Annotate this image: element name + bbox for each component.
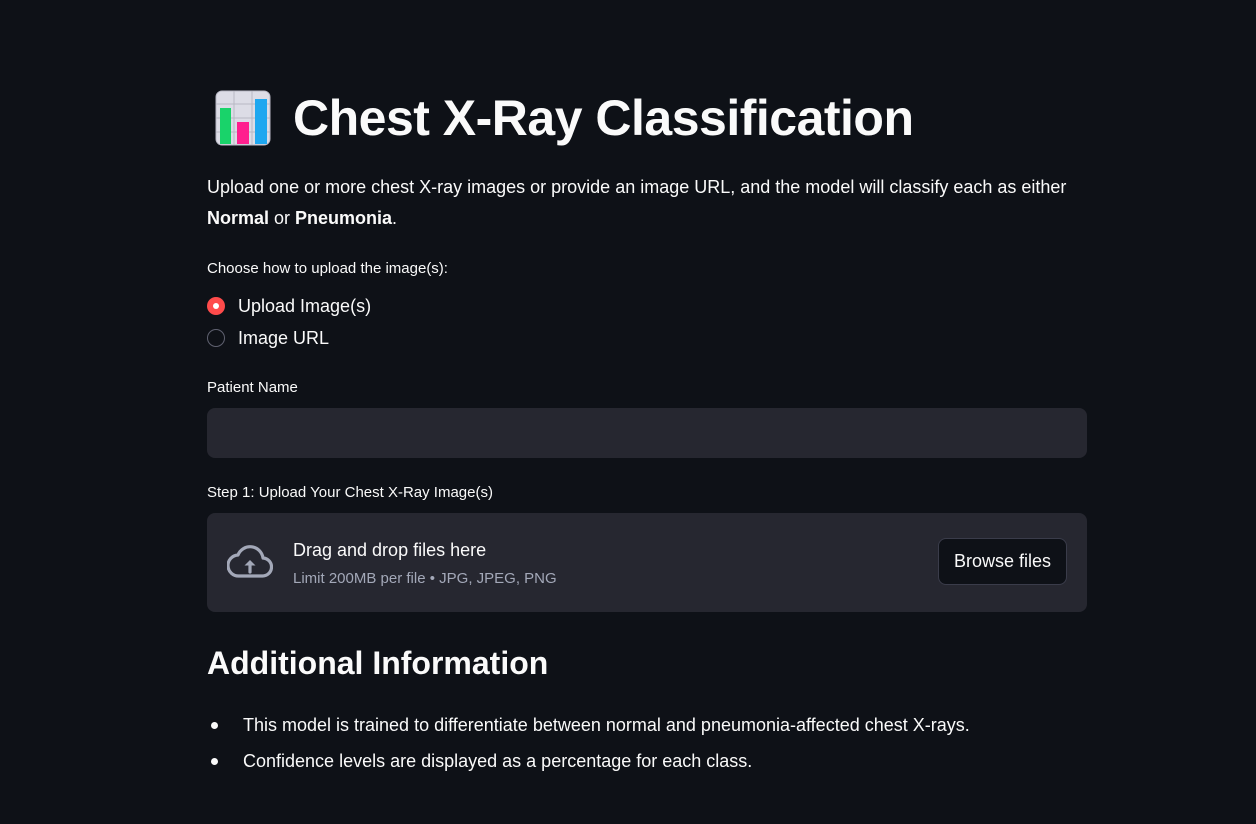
- radio-unselected-indicator[interactable]: [207, 329, 225, 347]
- intro-text: Upload one or more chest X-ray images or…: [207, 172, 1087, 234]
- radio-selected-indicator[interactable]: [207, 297, 225, 315]
- dropzone-instructions: Drag and drop files here: [293, 540, 487, 560]
- file-dropzone[interactable]: Drag and drop files here Limit 200MB per…: [207, 513, 1087, 612]
- list-item: This model is trained to differentiate b…: [207, 707, 970, 743]
- upload-method-label: Choose how to upload the image(s):: [207, 260, 448, 277]
- browse-files-button[interactable]: Browse files: [937, 538, 1067, 585]
- additional-info-heading: Additional Information: [207, 645, 549, 681]
- additional-info-list: This model is trained to differentiate b…: [207, 707, 970, 779]
- list-item: Confidence levels are displayed as a per…: [207, 743, 970, 779]
- dropzone-limit-text: Limit 200MB per file • JPG, JPEG, PNG: [293, 570, 557, 587]
- intro-text-or: or: [269, 208, 296, 228]
- radio-upload-images[interactable]: Upload Image(s): [207, 294, 371, 318]
- intro-text-end: .: [392, 208, 398, 228]
- radio-image-url[interactable]: Image URL: [207, 326, 329, 350]
- bar-chart-icon: [215, 90, 271, 146]
- radio-image-url-label: Image URL: [238, 328, 330, 348]
- cloud-upload-icon: [227, 545, 273, 578]
- page-header: Chest X-Ray Classification: [215, 88, 914, 148]
- radio-upload-images-label: Upload Image(s): [238, 296, 372, 316]
- class-normal: Normal: [207, 208, 270, 228]
- page-title: Chest X-Ray Classification: [293, 90, 914, 146]
- patient-name-label: Patient Name: [207, 379, 298, 396]
- intro-text-start: Upload one or more chest X-ray images or…: [207, 177, 1067, 197]
- class-pneumonia: Pneumonia: [295, 208, 393, 228]
- uploader-label: Step 1: Upload Your Chest X-Ray Image(s): [207, 484, 493, 501]
- patient-name-input[interactable]: [207, 408, 1087, 458]
